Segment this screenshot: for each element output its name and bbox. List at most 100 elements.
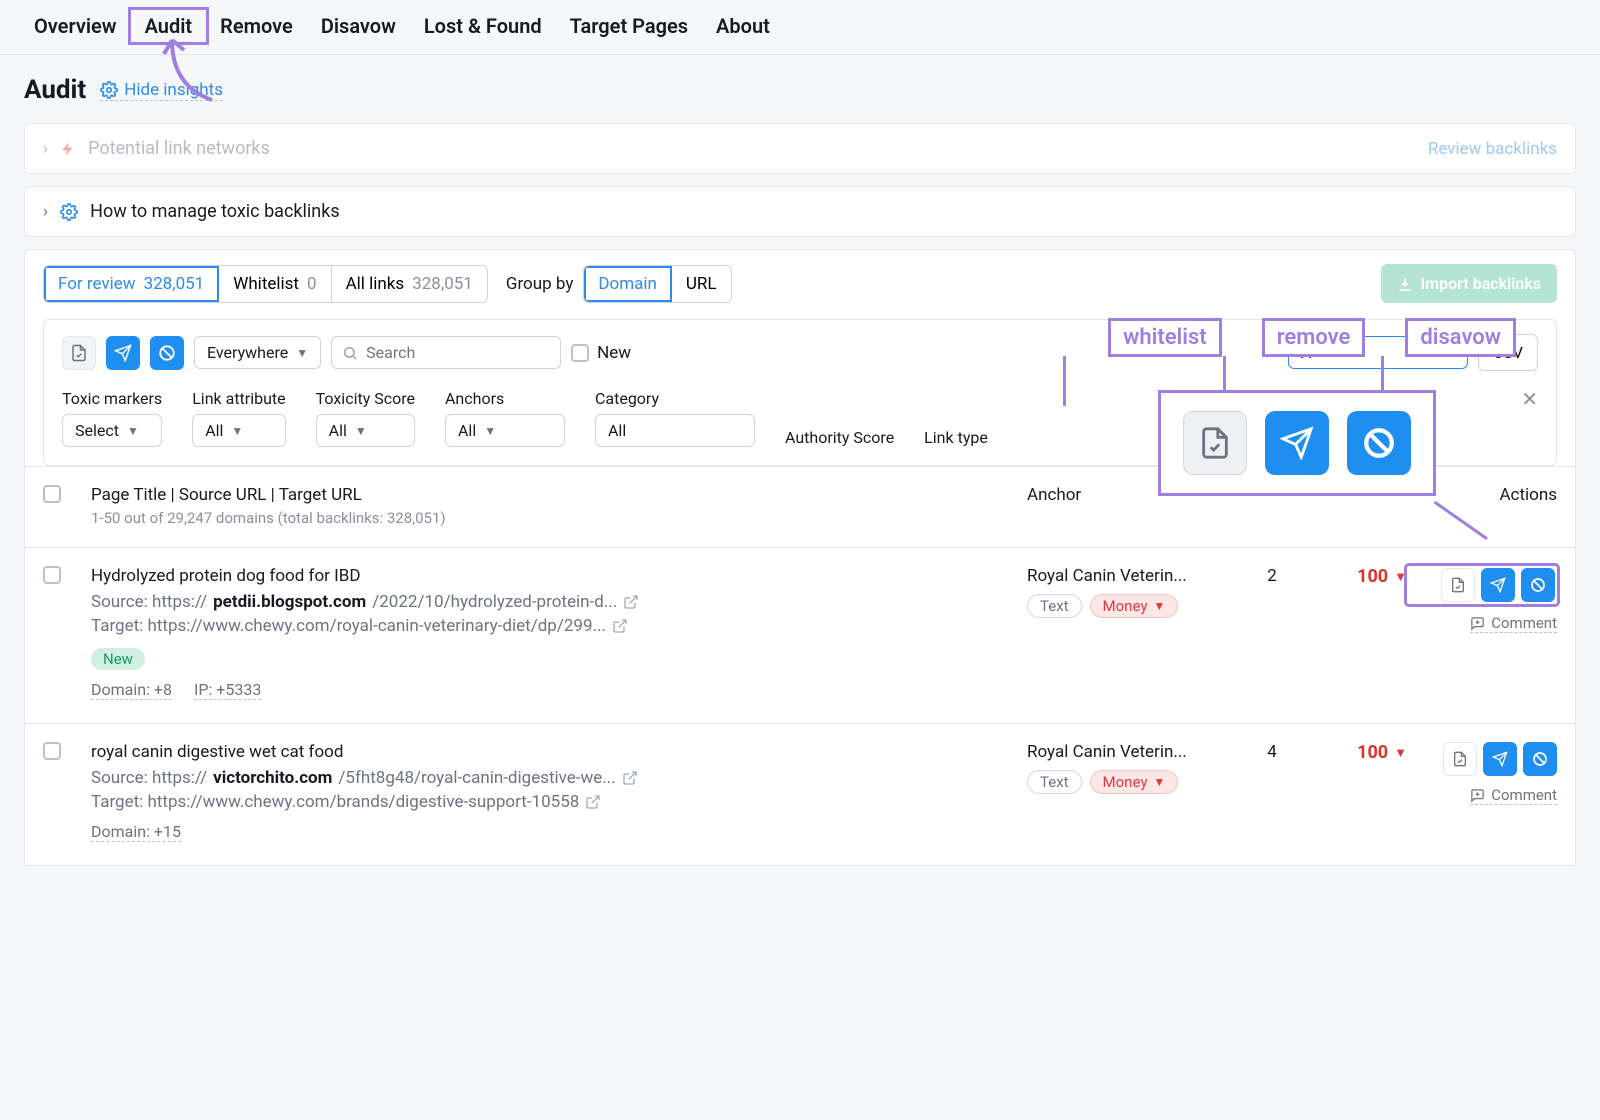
search-input[interactable] (331, 336, 561, 369)
anchor-type-pill: Text (1027, 594, 1082, 618)
annotation-disavow: disavow (1405, 318, 1516, 357)
row-source: Source: https://petdii.blogspot.com/2022… (91, 592, 1027, 612)
filters-panel: Everywhere ▼ New A ▼ (43, 319, 1557, 466)
nav-about[interactable]: About (702, 10, 784, 42)
scope-select[interactable]: Everywhere ▼ (194, 336, 321, 369)
filter-category-label: Category (595, 389, 755, 408)
row-disavow-button[interactable] (1523, 742, 1557, 776)
gear-icon (60, 203, 78, 221)
chevron-right-icon[interactable]: › (43, 139, 48, 159)
domain-more[interactable]: Domain: +15 (91, 822, 181, 842)
row-remove-button[interactable] (1483, 742, 1517, 776)
filter-toxicity-score-label: Toxicity Score (316, 389, 415, 408)
page-title: Audit (24, 75, 86, 105)
lightning-icon (60, 139, 76, 159)
filter-toxic-markers[interactable]: Select▼ (62, 414, 162, 447)
money-pill[interactable]: Money▼ (1090, 594, 1179, 618)
filter-link-attribute[interactable]: All▼ (192, 414, 285, 447)
segment-all-links[interactable]: All links 328,051 (332, 266, 487, 302)
filter-anchors-label: Anchors (445, 389, 565, 408)
money-pill[interactable]: Money▼ (1090, 770, 1179, 794)
annotation-arrow-icon (162, 6, 242, 106)
link-segments: For review 328,051 Whitelist 0 All links… (43, 265, 488, 303)
row-whitelist-button[interactable] (1441, 568, 1475, 602)
anchor-text: Royal Canin Veterin... (1027, 566, 1237, 586)
filter-authority-score-label: Authority Score (785, 428, 894, 447)
nav-lost-found[interactable]: Lost & Found (410, 10, 556, 42)
external-link-icon[interactable] (585, 794, 601, 810)
disavow-icon (1347, 411, 1411, 475)
row-disavow-button[interactable] (1521, 568, 1555, 602)
filter-toxic-markers-label: Toxic markers (62, 389, 162, 408)
filter-toxicity-score[interactable]: All▼ (316, 414, 415, 447)
table-row: Hydrolyzed protein dog food for IBD Sour… (24, 548, 1576, 724)
comment-icon (1470, 616, 1485, 631)
review-backlinks-link[interactable]: Review backlinks (1428, 139, 1557, 159)
row-remove-button[interactable] (1481, 568, 1515, 602)
row-title: royal canin digestive wet cat food (91, 742, 1027, 762)
download-icon (1397, 276, 1413, 292)
external-link-icon[interactable] (612, 618, 628, 634)
insight-label: Potential link networks (88, 138, 270, 159)
row-checkbox[interactable] (43, 566, 61, 584)
remove-button[interactable] (106, 336, 140, 370)
row-target: Target: https://www.chewy.com/royal-cani… (91, 616, 1027, 636)
whitelist-button[interactable] (62, 336, 96, 370)
toxicity-score-value[interactable]: 100▼ (1357, 742, 1407, 763)
comment-button[interactable]: Comment (1470, 614, 1557, 633)
ip-more[interactable]: IP: +5333 (194, 680, 261, 700)
close-filters-icon[interactable]: ✕ (1521, 387, 1538, 411)
domain-more[interactable]: Domain: +8 (91, 680, 172, 700)
insight-potential-networks: › Potential link networks Review backlin… (24, 123, 1576, 174)
import-backlinks-button[interactable]: Import backlinks (1381, 264, 1557, 303)
filter-anchors[interactable]: All▼ (445, 414, 565, 447)
anchor-text: Royal Canin Veterin... (1027, 742, 1237, 762)
row-target: Target: https://www.chewy.com/brands/dig… (91, 792, 1027, 812)
row-source: Source: https://victorchito.com/5fht8g48… (91, 768, 1027, 788)
annotation-remove: remove (1262, 318, 1366, 357)
authority-score-value: 2 (1237, 566, 1307, 586)
insight-label: How to manage toxic backlinks (90, 201, 340, 222)
annotation-magnified-icons (1158, 390, 1436, 496)
chevron-right-icon[interactable]: › (43, 202, 48, 222)
table-subhead: 1-50 out of 29,247 domains (total backli… (91, 509, 1027, 527)
new-badge: New (91, 648, 145, 670)
external-link-icon[interactable] (622, 770, 638, 786)
authority-score-value: 4 (1237, 742, 1307, 762)
group-by-domain[interactable]: Domain (584, 266, 672, 302)
new-checkbox[interactable]: New (571, 343, 631, 363)
row-title: Hydrolyzed protein dog food for IBD (91, 566, 1027, 586)
toxicity-score-value[interactable]: 100▼ (1357, 566, 1407, 587)
nav-disavow[interactable]: Disavow (307, 10, 410, 42)
gear-icon (100, 81, 118, 99)
insight-manage-toxic: › How to manage toxic backlinks (24, 186, 1576, 237)
search-icon (342, 345, 358, 361)
nav-overview[interactable]: Overview (20, 10, 131, 42)
remove-icon (1265, 411, 1329, 475)
row-actions (1407, 742, 1557, 776)
comment-icon (1470, 788, 1485, 803)
search-field[interactable] (366, 343, 550, 362)
col-page-title: Page Title | Source URL | Target URL (91, 485, 1027, 505)
table-row: royal canin digestive wet cat food Sourc… (24, 724, 1576, 866)
chevron-down-icon: ▼ (296, 346, 308, 360)
segment-for-review[interactable]: For review 328,051 (44, 266, 219, 302)
group-by-url[interactable]: URL (672, 266, 731, 302)
external-link-icon[interactable] (623, 594, 639, 610)
select-all-checkbox[interactable] (43, 485, 61, 503)
anchor-type-pill: Text (1027, 770, 1082, 794)
group-by-segments: Domain URL (583, 265, 731, 303)
annotation-whitelist: whitelist (1108, 318, 1222, 357)
nav-target-pages[interactable]: Target Pages (556, 10, 702, 42)
row-whitelist-button[interactable] (1443, 742, 1477, 776)
filter-category[interactable]: All (595, 414, 755, 447)
segment-whitelist[interactable]: Whitelist 0 (219, 266, 331, 302)
row-actions (1407, 566, 1557, 604)
filter-link-type-label: Link type (924, 428, 988, 447)
disavow-button[interactable] (150, 336, 184, 370)
comment-button[interactable]: Comment (1470, 786, 1557, 805)
whitelist-icon (1183, 411, 1247, 475)
row-checkbox[interactable] (43, 742, 61, 760)
filter-link-attribute-label: Link attribute (192, 389, 285, 408)
group-by-label: Group by (506, 274, 574, 294)
